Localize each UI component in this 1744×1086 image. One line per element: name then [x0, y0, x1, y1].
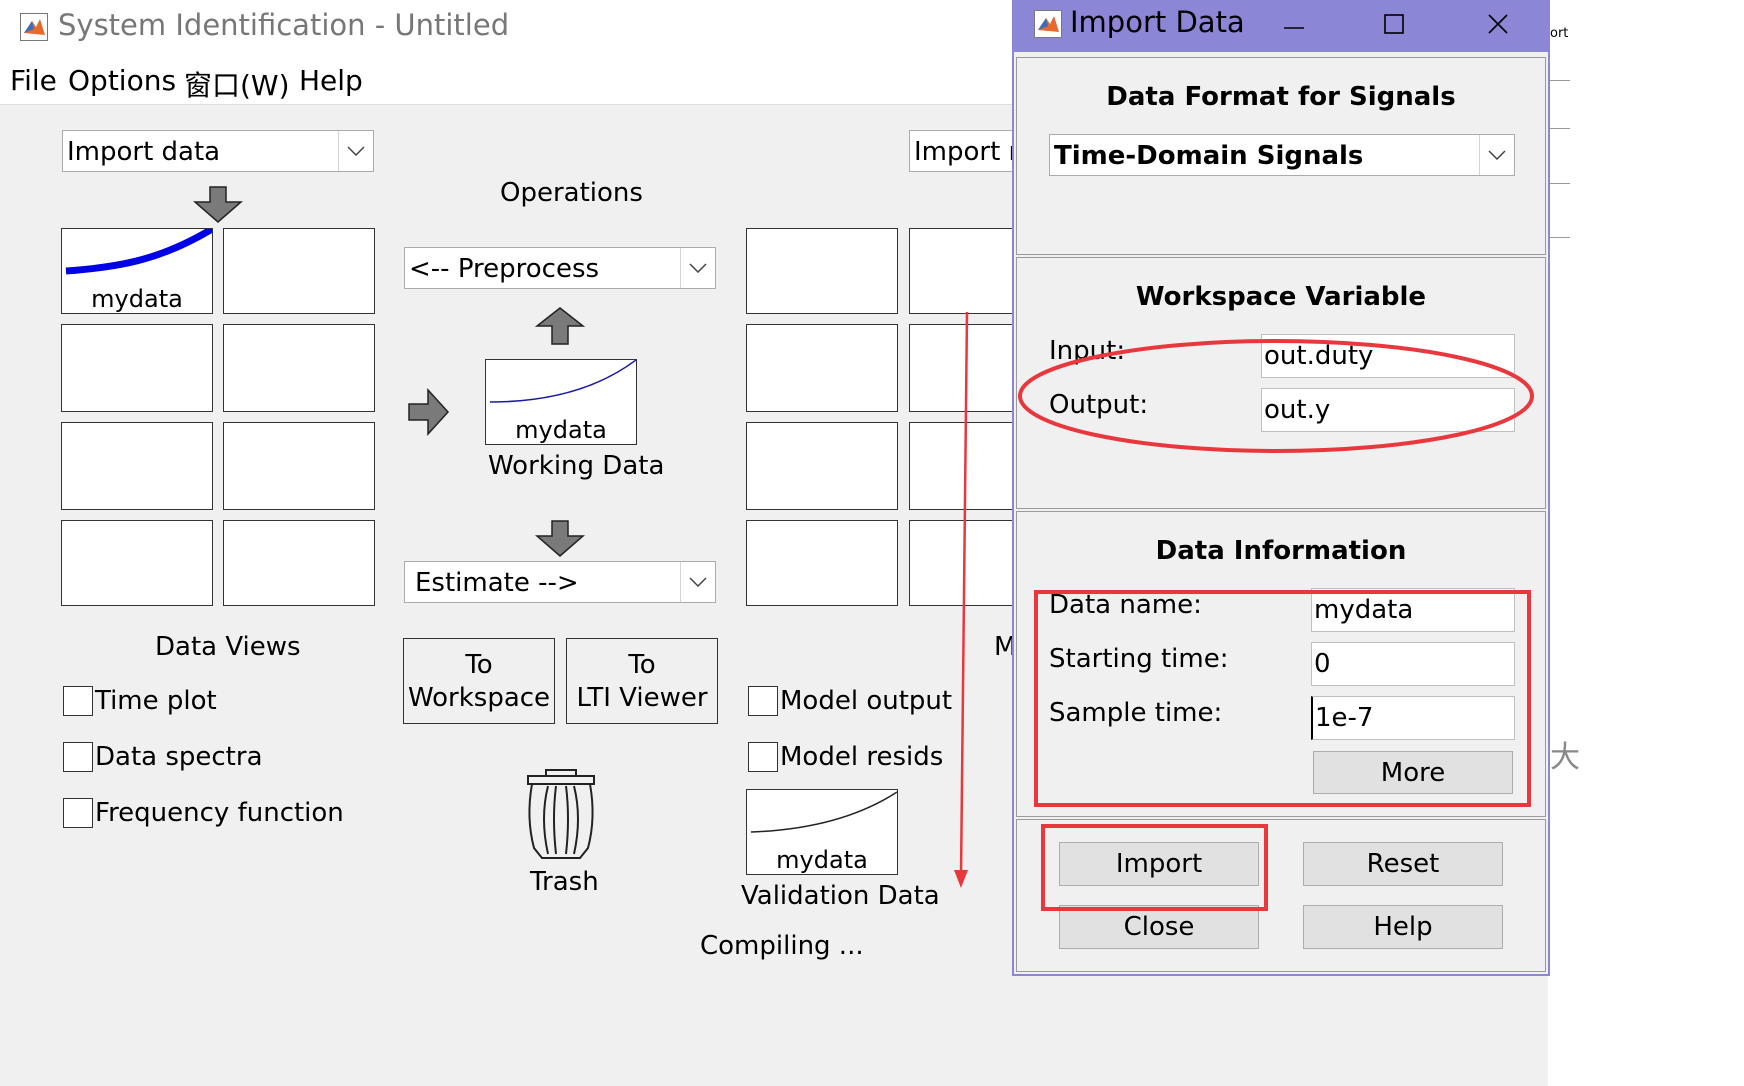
frequency-function-label: Frequency function — [95, 798, 344, 828]
model-output-label: Model output — [780, 686, 953, 716]
frequency-function-checkbox[interactable] — [63, 798, 93, 828]
import-models-combo[interactable]: Import mo — [909, 130, 1029, 172]
maximize-icon[interactable] — [1374, 8, 1414, 42]
time-plot-label: Time plot — [95, 686, 217, 716]
data-board-slot[interactable] — [61, 422, 213, 510]
model-board-slot[interactable] — [746, 228, 898, 314]
down-arrow-icon — [534, 520, 586, 562]
close-button[interactable]: Close — [1059, 905, 1259, 949]
main-window-title: System Identification - Untitled — [58, 8, 510, 42]
data-board-slot[interactable] — [61, 324, 213, 412]
data-format-panel: Data Format for Signals Time-Domain Sign… — [1016, 57, 1546, 255]
dialog-title-bar: Import Data — [1014, 0, 1548, 52]
chevron-down-icon — [680, 248, 715, 288]
working-data-curve — [489, 360, 636, 403]
chevron-down-icon — [338, 131, 373, 171]
data-format-selected: Time-Domain Signals — [1054, 141, 1364, 171]
status-text: Compiling ... — [700, 931, 864, 961]
annotation-arrow — [954, 311, 969, 888]
menu-help[interactable]: Help — [299, 64, 363, 97]
estimate-combo[interactable]: Estimate --> — [404, 561, 716, 603]
model-output-checkbox[interactable] — [748, 686, 778, 716]
validation-data-curve — [750, 791, 897, 833]
menu-window[interactable]: 窗口(W) — [184, 64, 290, 104]
data-format-title: Data Format for Signals — [1106, 82, 1456, 112]
data-board-slot[interactable] — [223, 228, 375, 314]
menu-bar: File Options 窗口(W) Help — [0, 56, 1012, 105]
menu-options[interactable]: Options — [68, 64, 176, 97]
data-slot-label: mydata — [91, 285, 183, 313]
close-icon[interactable] — [1478, 8, 1518, 42]
to-workspace-button[interactable]: To Workspace — [403, 638, 555, 724]
preprocess-combo[interactable]: <-- Preprocess — [404, 247, 716, 289]
reset-button[interactable]: Reset — [1303, 842, 1503, 886]
dialog-title: Import Data — [1070, 5, 1245, 39]
background-window-strip: ort 大 — [1548, 0, 1744, 1086]
background-text: 大 — [1550, 740, 1580, 775]
menu-file[interactable]: File — [10, 64, 57, 97]
up-arrow-icon — [534, 306, 586, 350]
working-data-slot[interactable]: mydata — [485, 359, 637, 445]
matlab-logo-icon — [1034, 10, 1062, 38]
model-board-slot[interactable] — [746, 520, 898, 606]
annotation-rectangle — [1034, 590, 1531, 807]
data-board-slot[interactable] — [223, 324, 375, 412]
data-board-slot-mydata[interactable]: mydata — [61, 228, 213, 314]
preprocess-combo-label: <-- Preprocess — [409, 254, 600, 284]
down-arrow-icon — [192, 186, 244, 228]
validation-data-caption: Validation Data — [741, 881, 940, 911]
operations-label: Operations — [500, 178, 643, 208]
data-format-select[interactable]: Time-Domain Signals — [1049, 134, 1515, 176]
to-lti-viewer-button[interactable]: To LTI Viewer — [566, 638, 718, 724]
divider — [1550, 183, 1570, 184]
data-board-slot[interactable] — [223, 520, 375, 606]
data-board-slot[interactable] — [61, 520, 213, 606]
help-button[interactable]: Help — [1303, 905, 1503, 949]
annotation-ellipse — [1018, 339, 1534, 453]
validation-data-slot[interactable]: mydata — [746, 789, 898, 875]
model-resids-checkbox[interactable] — [748, 742, 778, 772]
divider — [1550, 128, 1570, 129]
data-spectra-label: Data spectra — [95, 742, 263, 772]
import-data-combo[interactable]: Import data — [62, 130, 374, 172]
chevron-down-icon — [680, 562, 715, 602]
time-plot-checkbox[interactable] — [63, 686, 93, 716]
trash-icon[interactable] — [524, 768, 598, 866]
main-title-bar: System Identification - Untitled — [0, 0, 1012, 56]
to-lti-viewer-line2: LTI Viewer — [576, 683, 708, 713]
validation-data-name: mydata — [776, 846, 868, 874]
working-data-caption: Working Data — [488, 451, 665, 481]
to-workspace-line1: To — [465, 650, 493, 680]
annotation-rectangle — [1041, 824, 1268, 911]
estimate-combo-label: Estimate --> — [415, 568, 579, 598]
to-lti-viewer-line1: To — [628, 650, 656, 680]
background-text: ort — [1550, 26, 1569, 41]
data-views-label: Data Views — [155, 632, 301, 662]
data-spectra-checkbox[interactable] — [63, 742, 93, 772]
divider — [1550, 237, 1570, 238]
model-board-slot[interactable] — [746, 324, 898, 412]
import-data-combo-label: Import data — [67, 137, 221, 167]
workspace-variable-title: Workspace Variable — [1135, 282, 1427, 312]
trash-label: Trash — [530, 867, 599, 897]
working-data-name: mydata — [515, 416, 607, 444]
divider — [1550, 80, 1570, 81]
model-board-slot[interactable] — [909, 228, 1029, 314]
model-board-slot[interactable] — [746, 422, 898, 510]
matlab-logo-icon — [20, 13, 48, 41]
chevron-down-icon — [1479, 135, 1514, 175]
data-board-slot[interactable] — [223, 422, 375, 510]
model-resids-label: Model resids — [780, 742, 944, 772]
data-information-title: Data Information — [1155, 536, 1407, 566]
minimize-icon[interactable] — [1274, 8, 1314, 42]
data-curve-thumbnail — [65, 229, 212, 275]
to-workspace-line2: Workspace — [407, 683, 551, 713]
right-arrow-icon — [408, 388, 450, 440]
